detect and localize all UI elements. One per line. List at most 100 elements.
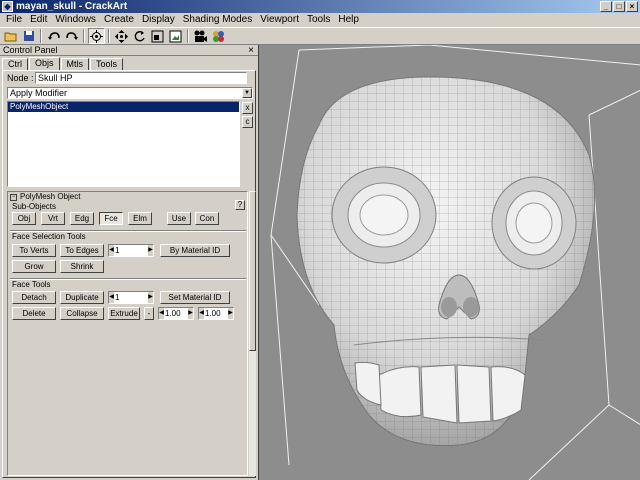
toolbar-separator — [108, 29, 110, 43]
spinner-right-icon[interactable]: ▶ — [148, 245, 153, 256]
spinner-right-icon[interactable]: ▶ — [148, 292, 153, 303]
menu-viewport[interactable]: Viewport — [256, 13, 303, 27]
close-button[interactable]: × — [626, 1, 638, 12]
save-icon[interactable] — [20, 28, 37, 44]
collapse-button[interactable]: Collapse — [60, 307, 104, 320]
rotate-icon[interactable] — [131, 28, 148, 44]
set-material-id-button[interactable]: Set Material ID — [160, 291, 230, 304]
title-bar: ◆ mayan_skull - CrackArt _ □ × — [0, 0, 640, 13]
minimize-button[interactable]: _ — [600, 1, 612, 12]
toolbar-separator — [83, 29, 85, 43]
rollout-title[interactable]: − PolyMesh Object — [8, 192, 247, 202]
subobj-use-button[interactable]: Use — [167, 212, 191, 225]
delete-modifier-button[interactable]: x — [242, 102, 253, 114]
panel-close-icon[interactable]: × — [248, 45, 254, 56]
panel-scrollbar[interactable] — [249, 191, 256, 476]
menu-display[interactable]: Display — [138, 13, 179, 27]
subobj-fce-button[interactable]: Fce — [99, 212, 123, 225]
undo-icon[interactable] — [45, 28, 62, 44]
grow-button[interactable]: Grow — [12, 260, 56, 273]
panel-tabs: Ctrl Objs Mtls Tools — [2, 57, 124, 70]
face-tools-label: Face Tools — [12, 280, 51, 289]
spinner-left-icon[interactable]: ◀ — [199, 308, 204, 319]
scale-icon[interactable] — [149, 28, 166, 44]
extrude-button[interactable]: Extrude — [108, 307, 140, 320]
spinner-value: 1.00 — [205, 309, 221, 318]
apply-modifier-dropdown[interactable]: Apply Modifier ▼ — [7, 87, 253, 99]
toolbar-separator — [40, 29, 42, 43]
tab-ctrl[interactable]: Ctrl — [2, 58, 28, 70]
to-edges-button[interactable]: To Edges — [60, 244, 104, 257]
collapse-icon[interactable]: − — [10, 194, 17, 201]
subobj-obj-button[interactable]: Obj — [12, 212, 36, 225]
modifier-value: Apply Modifier — [10, 88, 68, 98]
detach-button[interactable]: Detach — [12, 291, 56, 304]
chevron-down-icon[interactable]: ▼ — [242, 88, 252, 98]
menu-shading-modes[interactable]: Shading Modes — [179, 13, 257, 27]
control-panel: Control Panel × Ctrl Objs Mtls Tools Nod… — [0, 45, 258, 480]
selection-spinner[interactable]: ◀ 1 ▶ — [108, 244, 154, 257]
spinner-left-icon[interactable]: ◀ — [109, 245, 114, 256]
materials-icon[interactable] — [210, 28, 227, 44]
spinner-value: 1 — [115, 293, 120, 302]
spinner-left-icon[interactable]: ◀ — [109, 292, 114, 303]
spinner-value: 1 — [115, 246, 120, 255]
subobjects-label: Sub-Objects — [12, 202, 57, 211]
toolbar-separator — [187, 29, 189, 43]
menu-bar: File Edit Windows Create Display Shading… — [0, 13, 640, 27]
menu-file[interactable]: File — [2, 13, 26, 27]
spinner-right-icon[interactable]: ▶ — [188, 308, 193, 319]
list-item[interactable]: PolyMeshObject — [8, 102, 239, 112]
subobj-elm-button[interactable]: Elm — [128, 212, 152, 225]
subobj-vrt-button[interactable]: Vrt — [41, 212, 65, 225]
to-verts-button[interactable]: To Verts — [12, 244, 56, 257]
collapse-modifier-button[interactable]: c — [242, 116, 253, 128]
window-title: mayan_skull - CrackArt — [16, 1, 128, 12]
subobj-edg-button[interactable]: Edg — [70, 212, 94, 225]
extrude-amount-spinner[interactable]: ◀ 1.00 ▶ — [158, 307, 194, 320]
toolbar — [0, 27, 640, 45]
spinner-right-icon[interactable]: ▶ — [228, 308, 233, 319]
spinner-left-icon[interactable]: ◀ — [159, 308, 164, 319]
skull-mesh-render — [270, 45, 640, 480]
shrink-button[interactable]: Shrink — [60, 260, 104, 273]
camera-icon[interactable] — [192, 28, 209, 44]
menu-help[interactable]: Help — [334, 13, 363, 27]
subobj-con-button[interactable]: Con — [195, 212, 219, 225]
select-icon[interactable] — [88, 28, 105, 44]
menu-windows[interactable]: Windows — [51, 13, 100, 27]
node-row: Node : Skull HP — [7, 72, 247, 84]
menu-tools[interactable]: Tools — [303, 13, 334, 27]
menu-edit[interactable]: Edit — [26, 13, 51, 27]
open-icon[interactable] — [2, 28, 19, 44]
redo-icon[interactable] — [63, 28, 80, 44]
by-material-id-button[interactable]: By Material ID — [160, 244, 230, 257]
3d-viewport[interactable] — [258, 45, 640, 480]
extrude-minus-button[interactable]: - — [144, 307, 154, 320]
tab-tools[interactable]: Tools — [90, 58, 124, 70]
spinner-value: 1.00 — [165, 309, 181, 318]
render-icon[interactable] — [167, 28, 184, 44]
node-name-input[interactable]: Skull HP — [35, 72, 247, 84]
node-label: Node : — [7, 73, 34, 83]
delete-button[interactable]: Delete — [12, 307, 56, 320]
move-icon[interactable] — [113, 28, 130, 44]
skull-model — [296, 76, 596, 447]
objs-tab-body: Node : Skull HP Apply Modifier ▼ PolyMes… — [2, 70, 256, 478]
tab-objs[interactable]: Objs — [29, 57, 60, 70]
polymesh-rollout: − PolyMesh Object ? Sub-Objects Obj Vrt … — [7, 191, 248, 476]
duplicate-button[interactable]: Duplicate — [60, 291, 104, 304]
extrude-scale-spinner[interactable]: ◀ 1.00 ▶ — [198, 307, 234, 320]
tab-mtls[interactable]: Mtls — [60, 58, 90, 70]
panel-title: Control Panel — [3, 45, 58, 55]
panel-header: Control Panel × — [0, 45, 258, 56]
face-tools-spinner[interactable]: ◀ 1 ▶ — [108, 291, 154, 304]
app-icon: ◆ — [2, 1, 13, 12]
face-selection-label: Face Selection Tools — [12, 232, 86, 241]
scrollbar-thumb[interactable] — [249, 191, 256, 351]
maximize-button[interactable]: □ — [613, 1, 625, 12]
modifier-stack-list[interactable]: PolyMeshObject — [7, 101, 240, 187]
rollout-title-text: PolyMesh Object — [20, 192, 81, 201]
menu-create[interactable]: Create — [100, 13, 138, 27]
help-button[interactable]: ? — [235, 200, 245, 210]
